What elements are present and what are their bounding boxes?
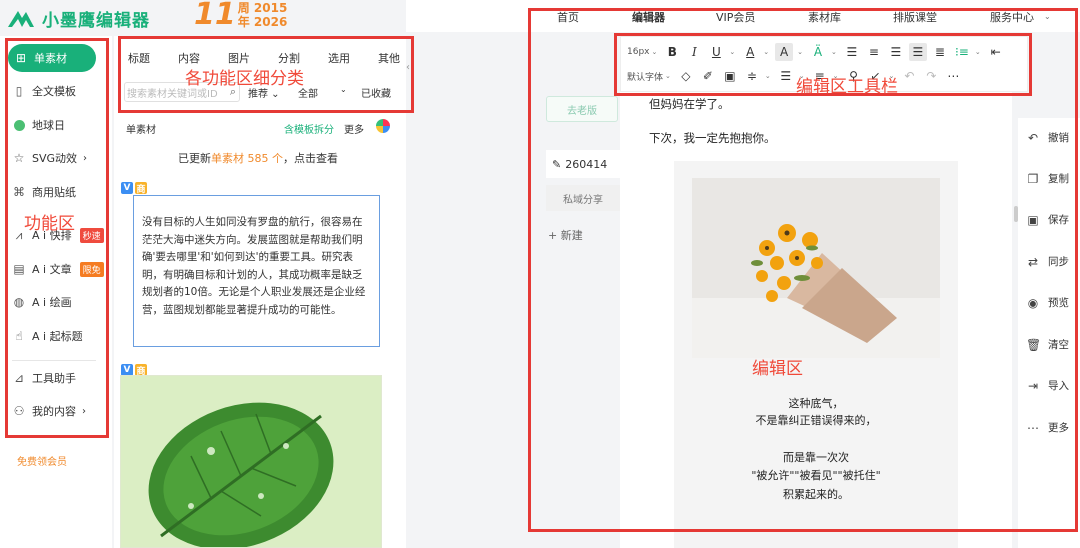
anniversary-number: 11 [194, 0, 236, 32]
material-card-image[interactable] [120, 375, 382, 548]
annotation-box-editor [528, 8, 1078, 532]
brand-logo[interactable]: 小墨鹰编辑器 [6, 4, 150, 32]
material-card-text[interactable]: 没有目标的人生如同没有罗盘的航行，很容易在茫茫大海中迷失方向。发展蓝图就是帮助我… [133, 195, 380, 347]
annotation-box-function-area [5, 38, 109, 438]
annotation-label-function-area: 功能区 [24, 214, 75, 234]
material-tags: V 商 [121, 182, 147, 195]
color-theme-icon[interactable] [376, 119, 390, 133]
leaf-photo [121, 376, 381, 547]
eagle-logo-icon [8, 11, 34, 27]
update-notice[interactable]: 已更新 单素材 585 个 ，点击查看 [116, 142, 400, 174]
vip-tag: V [121, 182, 133, 194]
template-split-link[interactable]: 含模板拆分 [284, 121, 334, 136]
free-vip-link[interactable]: 免费领会员 [17, 453, 67, 468]
update-count: 单素材 585 个 [211, 152, 283, 165]
annotation-label-editor: 编辑区 [752, 359, 803, 379]
anniversary-line-2: 年 2026 [237, 15, 288, 29]
update-prefix: 已更新 [178, 152, 211, 165]
app-window: 小墨鹰编辑器 11 周 2015 年 2026 首页 编辑器 VIP会员 素材库… [0, 0, 1080, 548]
anniversary-badge: 11 周 2015 年 2026 [194, 0, 287, 30]
annotation-label-subcategory: 各功能区细分类 [185, 69, 304, 89]
commercial-tag: 商 [135, 182, 147, 195]
more-link[interactable]: 更多 [344, 121, 364, 136]
update-suffix: ，点击查看 [283, 152, 338, 165]
brand-name: 小墨鹰编辑器 [42, 10, 150, 31]
card-body-text: 没有目标的人生如同没有罗盘的航行，很容易在茫茫大海中迷失方向。发展蓝图就是帮助我… [142, 216, 366, 316]
panel-title: 单素材 [126, 125, 156, 136]
anniversary-line-1: 周 2015 [237, 1, 288, 15]
